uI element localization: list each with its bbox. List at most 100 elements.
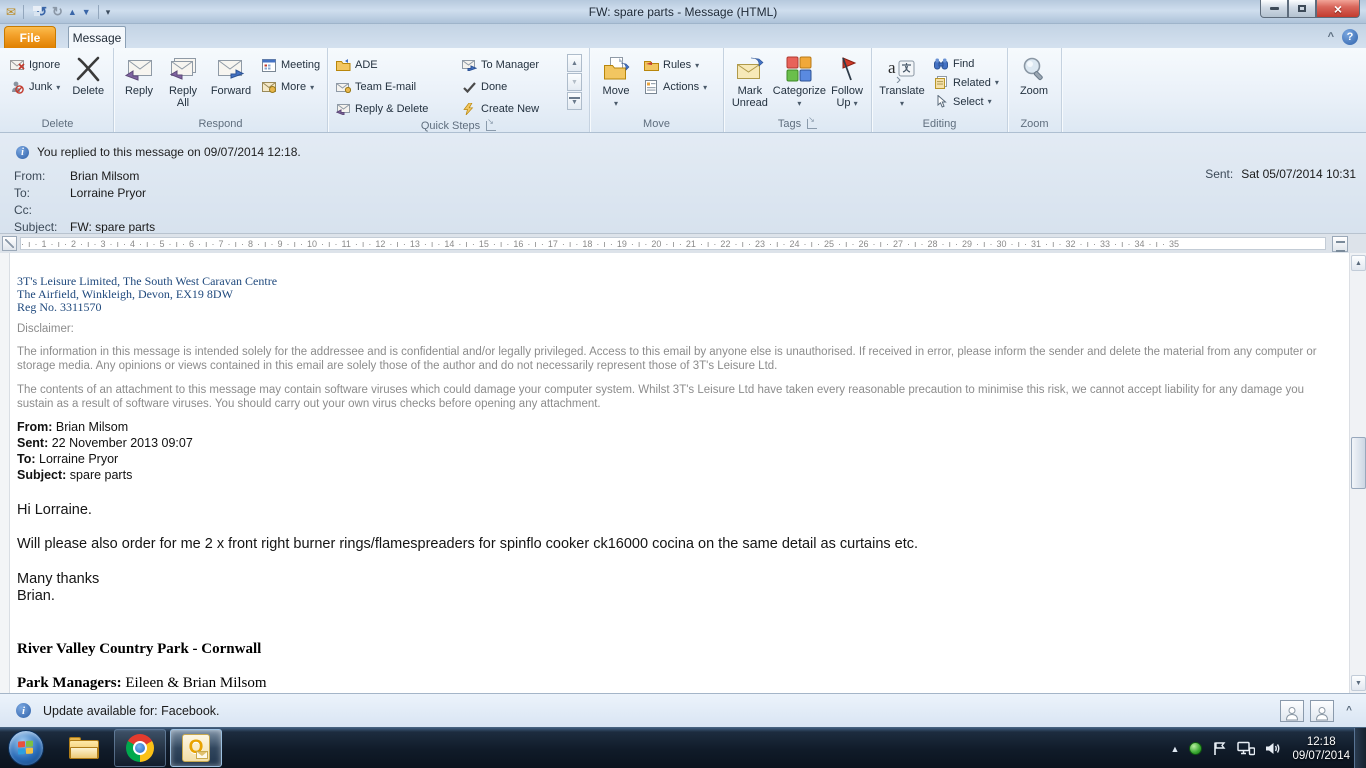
related-button[interactable]: Related ▾ <box>929 73 1003 92</box>
create-new-icon <box>461 101 477 117</box>
message-header: i You replied to this message on 09/07/2… <box>0 133 1366 234</box>
zoom-button[interactable]: Zoom <box>1011 50 1057 117</box>
previous-item-button[interactable]: ▲ <box>68 5 77 19</box>
tab-message[interactable]: Message <box>68 26 126 48</box>
reply-icon <box>123 53 155 85</box>
rules-icon <box>643 57 659 73</box>
tab-file[interactable]: File <box>4 26 56 48</box>
quickstep-to-manager[interactable]: To Manager <box>457 54 567 76</box>
categorize-icon <box>783 53 815 85</box>
junk-button[interactable]: Junk ▾ <box>5 76 66 98</box>
tray-expand-icon[interactable]: ▲ <box>1171 744 1180 754</box>
tab-selector-icon[interactable] <box>2 236 17 251</box>
forward-button[interactable]: Forward <box>205 50 257 117</box>
taskbar-outlook-button[interactable]: O <box>170 729 222 767</box>
quickstep-ade[interactable]: ADE <box>331 54 457 76</box>
expand-people-pane-icon[interactable]: ^ <box>1346 705 1352 716</box>
people-pane-icon[interactable] <box>1310 699 1335 722</box>
mark-unread-button[interactable]: Mark Unread <box>727 50 773 117</box>
meeting-button[interactable]: Meeting <box>257 54 323 76</box>
ruler-marks: · ı · 1 · ı · 2 · ı · 3 · ı · 4 · ı · 5 … <box>20 237 1326 250</box>
reply-delete-icon <box>335 101 351 117</box>
dropdown-arrow-icon: ▾ <box>56 82 61 92</box>
people-pane-icon[interactable] <box>1280 699 1305 722</box>
taskbar: O ▲ 12:18 09/07/2014 <box>0 727 1366 768</box>
group-label-quick-steps[interactable]: Quick Steps <box>328 117 589 133</box>
quick-steps-scroll-down[interactable]: ▼ <box>567 73 582 91</box>
help-icon[interactable]: ? <box>1342 29 1358 45</box>
quick-steps-scroll-up[interactable]: ▲ <box>567 54 582 72</box>
more-envelope-icon <box>261 79 277 95</box>
quickstep-team-email[interactable]: Team E-mail <box>331 76 457 98</box>
message-icon: ✉ <box>6 4 17 19</box>
taskbar-clock[interactable]: 12:18 09/07/2014 <box>1292 735 1350 763</box>
actions-button[interactable]: Actions ▾ <box>639 76 717 98</box>
outlook-icon: O <box>182 734 210 762</box>
clock-time: 12:18 <box>1306 735 1336 748</box>
zoom-magnifier-icon <box>1018 53 1050 85</box>
collapse-ribbon-icon[interactable]: ^ <box>1328 31 1334 43</box>
junk-icon <box>9 79 25 95</box>
quoted-headers: From: Brian Milsom Sent: 22 November 201… <box>17 419 1348 483</box>
scroll-down-button[interactable]: ▼ <box>1351 675 1366 691</box>
tray-status-icon[interactable] <box>1189 742 1203 755</box>
disclaimer-paragraph: The information in this message is inten… <box>17 346 1317 372</box>
reply-button[interactable]: Reply <box>117 50 161 117</box>
message-body-content[interactable]: 3T's Leisure Limited, The South West Car… <box>11 253 1348 693</box>
more-respond-button[interactable]: More ▾ <box>257 76 323 98</box>
ruler: · ı · 1 · ı · 2 · ı · 3 · ı · 4 · ı · 5 … <box>0 233 1366 253</box>
related-icon <box>933 75 949 91</box>
dialog-launcher-icon[interactable] <box>807 115 818 129</box>
taskbar-chrome-button[interactable] <box>114 729 166 767</box>
group-label-tags[interactable]: Tags <box>724 115 871 132</box>
delete-button[interactable]: Delete <box>66 50 110 117</box>
clock-date: 09/07/2014 <box>1292 749 1350 762</box>
ruler-toggle-button[interactable] <box>1332 236 1348 252</box>
customize-qat-button[interactable]: ▾ <box>106 5 111 19</box>
group-quick-steps: ADE Team E-mail Reply & Delete To Manage… <box>328 48 590 132</box>
taskbar-explorer-button[interactable] <box>58 729 110 767</box>
group-label-respond[interactable]: Respond <box>114 117 327 132</box>
subject-value: FW: spare parts <box>70 219 156 234</box>
scrollbar-thumb[interactable] <box>1351 437 1366 489</box>
follow-up-button[interactable]: Follow Up ▾ <box>826 50 868 117</box>
network-icon[interactable] <box>1237 741 1256 756</box>
to-manager-icon <box>461 57 477 73</box>
find-button[interactable]: Find <box>929 54 1003 73</box>
close-button[interactable]: × <box>1316 0 1360 18</box>
signature-managers: Park Managers: Eileen & Brian Milsom <box>17 675 267 691</box>
quick-steps-more[interactable]: ▼ <box>567 92 582 110</box>
next-item-button[interactable]: ▼ <box>82 5 91 19</box>
from-value: Brian Milsom <box>70 168 140 183</box>
move-button[interactable]: Move ▾ <box>593 50 639 117</box>
action-center-flag-icon[interactable] <box>1212 741 1227 756</box>
rules-button[interactable]: Rules ▾ <box>639 54 717 76</box>
explorer-icon <box>69 737 99 759</box>
dialog-launcher-icon[interactable] <box>486 117 497 131</box>
start-button[interactable] <box>8 730 44 766</box>
dropdown-arrow-icon: ▾ <box>853 99 858 108</box>
quickstep-create-new[interactable]: Create New <box>457 98 567 120</box>
reply-all-button[interactable]: Reply All <box>161 50 205 117</box>
volume-icon[interactable] <box>1265 741 1282 756</box>
group-label-zoom[interactable]: Zoom <box>1008 117 1061 132</box>
minimize-button[interactable] <box>1260 0 1288 18</box>
ignore-button[interactable]: Ignore <box>5 54 66 76</box>
group-label-editing[interactable]: Editing <box>872 117 1007 132</box>
group-label-move[interactable]: Move <box>590 117 723 132</box>
greeting-text: Hi Lorraine. <box>17 502 92 518</box>
quickstep-done[interactable]: Done <box>457 76 567 98</box>
quickstep-reply-delete[interactable]: Reply & Delete <box>331 98 457 120</box>
vertical-scrollbar[interactable]: ▲ ▼ <box>1349 253 1366 693</box>
categorize-button[interactable]: Categorize ▾ <box>773 50 826 117</box>
window-controls: × <box>1260 0 1360 18</box>
select-button[interactable]: Select ▾ <box>929 92 1003 111</box>
translate-button[interactable]: a Translate ▾ <box>875 50 929 117</box>
scroll-up-button[interactable]: ▲ <box>1351 255 1366 271</box>
group-label-delete[interactable]: Delete <box>2 117 113 132</box>
restore-button[interactable] <box>1288 0 1316 18</box>
reply-all-icon <box>167 53 199 85</box>
redo-button[interactable]: ↻ <box>52 4 63 19</box>
ribbon: Ignore Junk ▾ Delete Delete Reply Reply … <box>0 48 1366 133</box>
show-desktop-button[interactable] <box>1354 728 1366 768</box>
